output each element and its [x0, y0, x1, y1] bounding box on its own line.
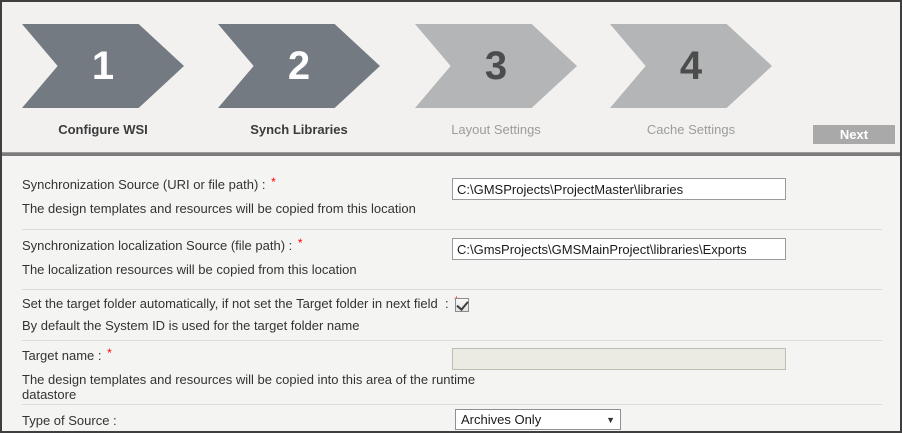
type-of-source-select[interactable]: Archives Only ▼ [455, 409, 621, 430]
auto-target-folder-description: By default the System ID is used for the… [22, 318, 359, 333]
row-separator [22, 340, 882, 341]
row-separator [22, 289, 882, 290]
step-arrow-1: 1 [22, 24, 184, 108]
sync-source-input[interactable] [452, 178, 786, 200]
localization-source-description: The localization resources will be copie… [22, 262, 357, 277]
auto-target-folder-checkbox[interactable] [455, 298, 469, 312]
type-of-source-selected-value: Archives Only [461, 412, 606, 427]
sync-source-label: Synchronization Source (URI or file path… [22, 177, 276, 192]
step-arrow-4: 4 [610, 24, 772, 108]
sync-wizard-page: 1 2 3 4 Configure WSI Synch Libraries La… [0, 0, 902, 433]
step-label-layout-settings: Layout Settings [415, 122, 577, 137]
step-number-4: 4 [680, 44, 702, 88]
step-number-2: 2 [288, 44, 310, 88]
step-label-configure-wsi: Configure WSI [22, 122, 184, 137]
localization-source-input[interactable] [452, 238, 786, 260]
row-separator [22, 229, 882, 230]
localization-source-label: Synchronization localization Source (fil… [22, 238, 303, 253]
type-of-source-label: Type of Source : [22, 413, 117, 428]
target-name-label: Target name : * [22, 348, 112, 363]
dropdown-arrow-icon: ▼ [606, 415, 615, 425]
required-asterisk: * [271, 175, 276, 189]
sync-settings-form: Synchronization Source (URI or file path… [2, 156, 900, 431]
target-name-description: The design templates and resources will … [22, 372, 475, 402]
row-separator [22, 404, 882, 405]
target-name-input [452, 348, 786, 370]
step-arrow-2: 2 [218, 24, 380, 108]
step-label-synch-libraries: Synch Libraries [218, 122, 380, 137]
step-number-1: 1 [92, 44, 114, 88]
step-label-cache-settings: Cache Settings [610, 122, 772, 137]
required-asterisk: * [298, 236, 303, 250]
wizard-step-header: 1 2 3 4 Configure WSI Synch Libraries La… [2, 2, 900, 152]
auto-target-folder-label: Set the target folder automatically, if … [22, 296, 459, 311]
next-button[interactable]: Next [813, 125, 895, 144]
required-asterisk: * [107, 346, 112, 360]
step-number-3: 3 [485, 44, 507, 88]
sync-source-description: The design templates and resources will … [22, 201, 416, 216]
step-arrow-3: 3 [415, 24, 577, 108]
